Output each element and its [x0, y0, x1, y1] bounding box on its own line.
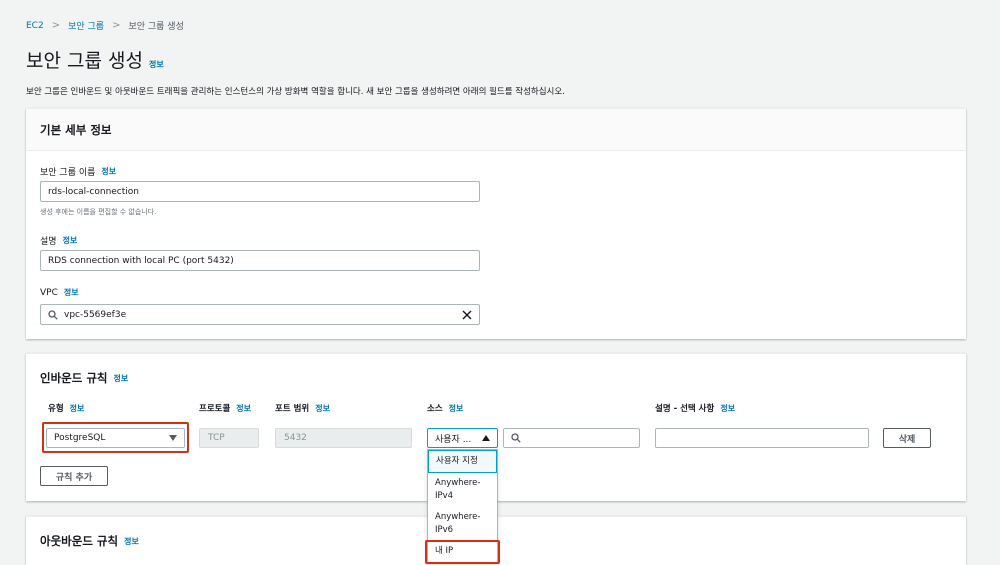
breadcrumb-security-groups[interactable]: 보안 그룹	[68, 19, 104, 32]
vpc-info-link[interactable]: 정보	[64, 287, 79, 298]
breadcrumb-current: 보안 그룹 생성	[128, 22, 184, 32]
col-protocol-text: 프로토콜	[199, 404, 231, 414]
vpc-label-text: VPC	[40, 287, 58, 298]
chevron-right-icon: >	[51, 20, 61, 31]
col-description: 설명 - 선택 사항 정보	[655, 402, 735, 415]
source-select[interactable]: 사용자 ...	[427, 428, 498, 448]
source-option-custom[interactable]: 사용자 지정	[428, 450, 497, 473]
protocol-field: TCP	[199, 428, 259, 448]
type-select-value: PostgreSQL	[54, 433, 106, 443]
inbound-header-spacer	[26, 354, 966, 355]
basic-details-title: 기본 세부 정보	[40, 122, 112, 137]
port-range-field: 5432	[275, 428, 412, 448]
page-info-link[interactable]: 정보	[149, 59, 164, 70]
vpc-label: VPC 정보	[40, 287, 79, 298]
description-label: 설명 정보	[40, 234, 77, 247]
outbound-title-text: 아웃바운드 규칙	[40, 534, 119, 548]
type-select[interactable]: PostgreSQL	[46, 428, 185, 448]
col-source: 소스 정보	[427, 402, 464, 415]
page-description: 보안 그룹은 인바운드 및 아웃바운드 트래픽을 관리하는 인스턴스의 가상 방…	[26, 87, 565, 97]
my-ip-highlight	[425, 540, 500, 564]
chevron-right-icon: >	[112, 20, 121, 31]
delete-rule-button[interactable]: 삭제	[883, 428, 931, 448]
page-title: 보안 그룹 생성 정보	[26, 46, 164, 73]
outbound-title: 아웃바운드 규칙 정보	[40, 533, 139, 549]
vpc-value: vpc-5569ef3e	[64, 309, 127, 320]
sg-name-info-link[interactable]: 정보	[101, 166, 116, 177]
vpc-search-input[interactable]: vpc-5569ef3e	[40, 304, 480, 325]
type-info-link[interactable]: 정보	[70, 403, 85, 414]
search-icon	[48, 309, 58, 320]
protocol-info-link[interactable]: 정보	[236, 403, 251, 414]
description-input[interactable]: RDS connection with local PC (port 5432)	[40, 250, 480, 271]
breadcrumb-ec2[interactable]: EC2	[26, 21, 44, 31]
description-info-link[interactable]: 정보	[63, 235, 78, 246]
col-protocol: 프로토콜 정보	[199, 402, 251, 415]
col-port-range: 포트 범위 정보	[275, 402, 330, 415]
col-type: 유형 정보	[48, 402, 85, 415]
sg-name-label: 보안 그룹 이름 정보	[40, 165, 116, 178]
close-icon[interactable]	[462, 310, 472, 320]
sg-name-input[interactable]: rds-local-connection	[40, 181, 480, 202]
col-port-range-text: 포트 범위	[275, 404, 310, 414]
vpc-search-wrap: vpc-5569ef3e	[48, 310, 126, 320]
source-info-link[interactable]: 정보	[449, 403, 464, 414]
description-label-text: 설명	[40, 237, 57, 247]
add-rule-button[interactable]: 규칙 추가	[40, 466, 108, 486]
port-info-link[interactable]: 정보	[315, 403, 330, 414]
col-type-text: 유형	[48, 404, 64, 414]
col-description-text: 설명 - 선택 사항	[655, 404, 715, 414]
caret-down-icon	[169, 435, 177, 441]
sg-name-hint: 생성 후에는 이름을 편집할 수 없습니다.	[40, 208, 157, 216]
search-icon	[511, 433, 521, 443]
inbound-info-link[interactable]: 정보	[113, 373, 128, 384]
rule-description-input[interactable]	[655, 428, 869, 448]
basic-details-panel: 기본 세부 정보 보안 그룹 이름 정보 rds-local-connectio…	[26, 108, 966, 339]
description-col-info-link[interactable]: 정보	[720, 403, 735, 414]
col-source-text: 소스	[427, 404, 443, 414]
page-title-text: 보안 그룹 생성	[26, 50, 143, 72]
caret-up-icon	[482, 435, 490, 441]
outbound-info-link[interactable]: 정보	[124, 536, 139, 547]
breadcrumb: EC2 > 보안 그룹 > 보안 그룹 생성	[26, 19, 184, 32]
basic-details-header: 기본 세부 정보	[26, 109, 966, 151]
source-select-value: 사용자 ...	[435, 434, 472, 445]
source-option-anywhere-ipv6[interactable]: Anywhere-IPv6	[428, 507, 497, 541]
source-cidr-input[interactable]	[503, 428, 640, 448]
source-option-anywhere-ipv4[interactable]: Anywhere-IPv4	[428, 473, 497, 507]
inbound-title: 인바운드 규칙 정보	[40, 370, 128, 386]
sg-name-label-text: 보안 그룹 이름	[40, 168, 96, 178]
inbound-title-text: 인바운드 규칙	[40, 371, 108, 385]
